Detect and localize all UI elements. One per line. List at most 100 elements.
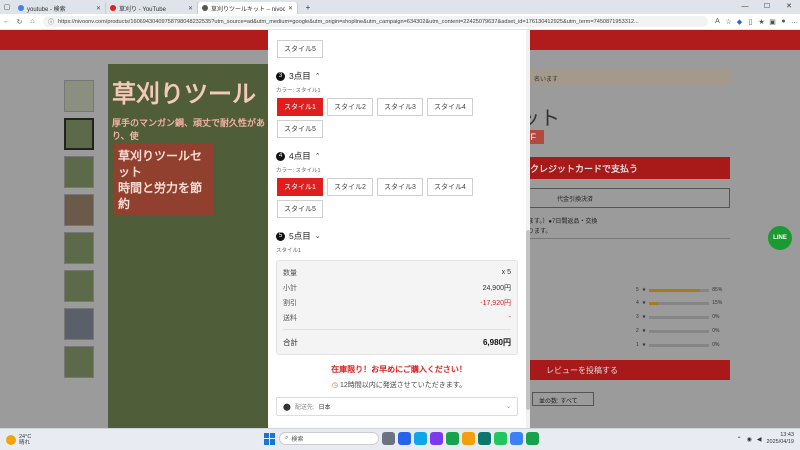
style-option-button[interactable]: スタイル5 — [277, 40, 323, 58]
section-title: 4点目 — [289, 151, 311, 161]
chevron-up-icon[interactable]: ⌃ — [315, 152, 321, 160]
product-thumbnail[interactable] — [64, 270, 94, 302]
line-chat-button[interactable]: LINE — [768, 226, 792, 250]
favorites-icon[interactable]: ★ — [756, 18, 767, 26]
rating-bar — [649, 301, 710, 305]
taskbar: 24°C 晴れ ⌕ 検索 ⌃ ◉ ◀ 13:43 2025/04/19 — [0, 428, 800, 450]
product-thumbnail[interactable] — [64, 194, 94, 226]
temperature: 24°C — [19, 433, 32, 440]
stock-warning: 在庫限り！お早めにご購入ください！ — [331, 365, 467, 374]
rating-bar — [649, 343, 710, 347]
widget-icon[interactable] — [414, 432, 427, 445]
tab-youtube-search[interactable]: youtube - 検索 ✕ — [14, 2, 106, 14]
style-option-button[interactable]: スタイル2 — [327, 178, 373, 196]
profile-icon[interactable]: ● — [778, 18, 789, 25]
network-icon[interactable]: ◉ — [747, 436, 752, 443]
address-bar-row: ← ↻ ⌂ ⓘ https://nivoonv.com/products/160… — [0, 14, 800, 30]
rating-bar-fill — [649, 301, 659, 305]
panel-scrollbar-thumb[interactable] — [526, 230, 530, 410]
file-explorer-icon[interactable] — [398, 432, 411, 445]
rating-star-label: 5 — [636, 287, 639, 293]
weather-widget[interactable]: 24°C 晴れ — [0, 434, 60, 446]
rating-bar-fill — [649, 288, 701, 292]
item-section-header[interactable]: 4 4点目 ⌃ — [276, 150, 522, 162]
app-icon[interactable] — [494, 432, 507, 445]
task-view-icon[interactable] — [382, 432, 395, 445]
review-sort-select[interactable]: 並の数: すべて — [532, 392, 594, 406]
rating-breakdown-row: 4 ★ 15% — [636, 300, 730, 306]
clock[interactable]: 13:43 2025/04/19 — [766, 432, 794, 446]
refresh-icon[interactable]: ↻ — [13, 18, 26, 26]
style-option-button[interactable]: スタイル1 — [277, 98, 323, 116]
subtotal-value: 24,900円 — [482, 284, 511, 292]
window-menu-icon[interactable]: ▢ — [0, 3, 14, 11]
product-thumbnail[interactable] — [64, 308, 94, 340]
split-screen-icon[interactable]: ▯ — [745, 18, 756, 26]
site-info-icon[interactable]: ⓘ — [48, 17, 54, 26]
volume-icon[interactable]: ◀ — [757, 436, 762, 443]
date: 2025/04/19 — [766, 439, 794, 445]
back-icon[interactable]: ← — [0, 18, 13, 25]
style-option-button[interactable]: スタイル4 — [427, 98, 473, 116]
edge-icon[interactable] — [478, 432, 491, 445]
start-button[interactable] — [264, 432, 276, 445]
clock-icon: ◷ — [331, 382, 339, 389]
favorite-star-icon[interactable]: ☆ — [723, 18, 734, 26]
section-selected-style: スタイル1 — [276, 248, 302, 254]
close-tab-icon[interactable]: ✕ — [96, 5, 101, 12]
search-favicon-icon — [18, 5, 24, 11]
close-tab-icon[interactable]: ✕ — [188, 5, 193, 12]
tab-youtube[interactable]: 草刈り - YouTube ✕ — [106, 2, 198, 14]
close-tab-icon[interactable]: ✕ — [288, 5, 293, 12]
discount-value: -17,920円 — [480, 299, 511, 307]
product-thumbnail[interactable] — [64, 156, 94, 188]
cash-on-delivery-button[interactable]: 代金引換決済 — [516, 188, 730, 208]
tab-nivoonv[interactable]: 草刈りツールキット – nivoonv.com ✕ — [198, 2, 298, 14]
style-options-row: スタイル1 スタイル2 スタイル3 スタイル4 スタイル5 — [277, 178, 477, 218]
new-tab-button[interactable]: + — [302, 3, 314, 12]
taskbar-apps: ⌕ 検索 — [264, 432, 539, 445]
app-icon[interactable] — [526, 432, 539, 445]
destination-value: 日本 — [318, 405, 331, 411]
app-icon[interactable] — [462, 432, 475, 445]
product-thumbnail[interactable] — [64, 118, 94, 150]
chevron-up-icon[interactable]: ⌃ — [315, 72, 321, 80]
chevron-up-icon[interactable]: ⌃ — [737, 436, 742, 443]
minimize-button[interactable]: — — [734, 0, 756, 14]
style-option-button[interactable]: スタイル5 — [277, 120, 323, 138]
chevron-down-icon: ⌄ — [505, 404, 511, 410]
style-option-button[interactable]: スタイル5 — [277, 200, 323, 218]
order-summary: 数量 x 5 小計 24,900円 割引 -17,920円 送料 - 合計 6,… — [276, 260, 518, 355]
url-field[interactable]: ⓘ https://nivoonv.com/products/160694304… — [43, 16, 708, 27]
post-review-button[interactable]: レビューを投稿する — [516, 360, 730, 380]
credit-card-pay-button[interactable]: クレジットカードで支払う — [516, 157, 730, 179]
app-icon[interactable] — [510, 432, 523, 445]
chevron-down-icon[interactable]: ⌄ — [315, 232, 321, 240]
chat-icon[interactable] — [430, 432, 443, 445]
taskbar-search[interactable]: ⌕ 検索 — [279, 432, 379, 445]
product-thumbnail[interactable] — [64, 346, 94, 378]
destination-select[interactable]: ⬤ 配送先: 日本 ⌄ — [276, 397, 518, 416]
style-option-button[interactable]: スタイル2 — [327, 98, 373, 116]
style-option-button[interactable]: スタイル3 — [377, 178, 423, 196]
search-placeholder: 検索 — [291, 437, 304, 443]
rating-bar — [649, 329, 710, 333]
close-window-button[interactable]: ✕ — [778, 0, 800, 14]
extension-icon[interactable]: ◆ — [734, 18, 745, 26]
style-option-button[interactable]: スタイル3 — [377, 98, 423, 116]
app-icon[interactable] — [446, 432, 459, 445]
more-menu-icon[interactable]: … — [789, 18, 800, 25]
maximize-button[interactable]: ☐ — [756, 0, 778, 14]
read-aloud-icon[interactable]: A — [712, 18, 723, 25]
product-thumbnail[interactable] — [64, 80, 94, 112]
collections-icon[interactable]: ▣ — [767, 18, 778, 26]
style-option-button[interactable]: スタイル4 — [427, 178, 473, 196]
style-option-button[interactable]: スタイル1 — [277, 178, 323, 196]
item-section-header[interactable]: 3 3点目 ⌃ — [276, 70, 522, 82]
rating-star-label: 2 — [636, 328, 639, 334]
item-section-header[interactable]: 5 5点目 ⌄ — [276, 230, 522, 242]
home-icon[interactable]: ⌂ — [26, 18, 39, 25]
youtube-favicon-icon — [110, 5, 116, 11]
weather-condition: 晴れ — [19, 439, 31, 446]
product-thumbnail[interactable] — [64, 232, 94, 264]
